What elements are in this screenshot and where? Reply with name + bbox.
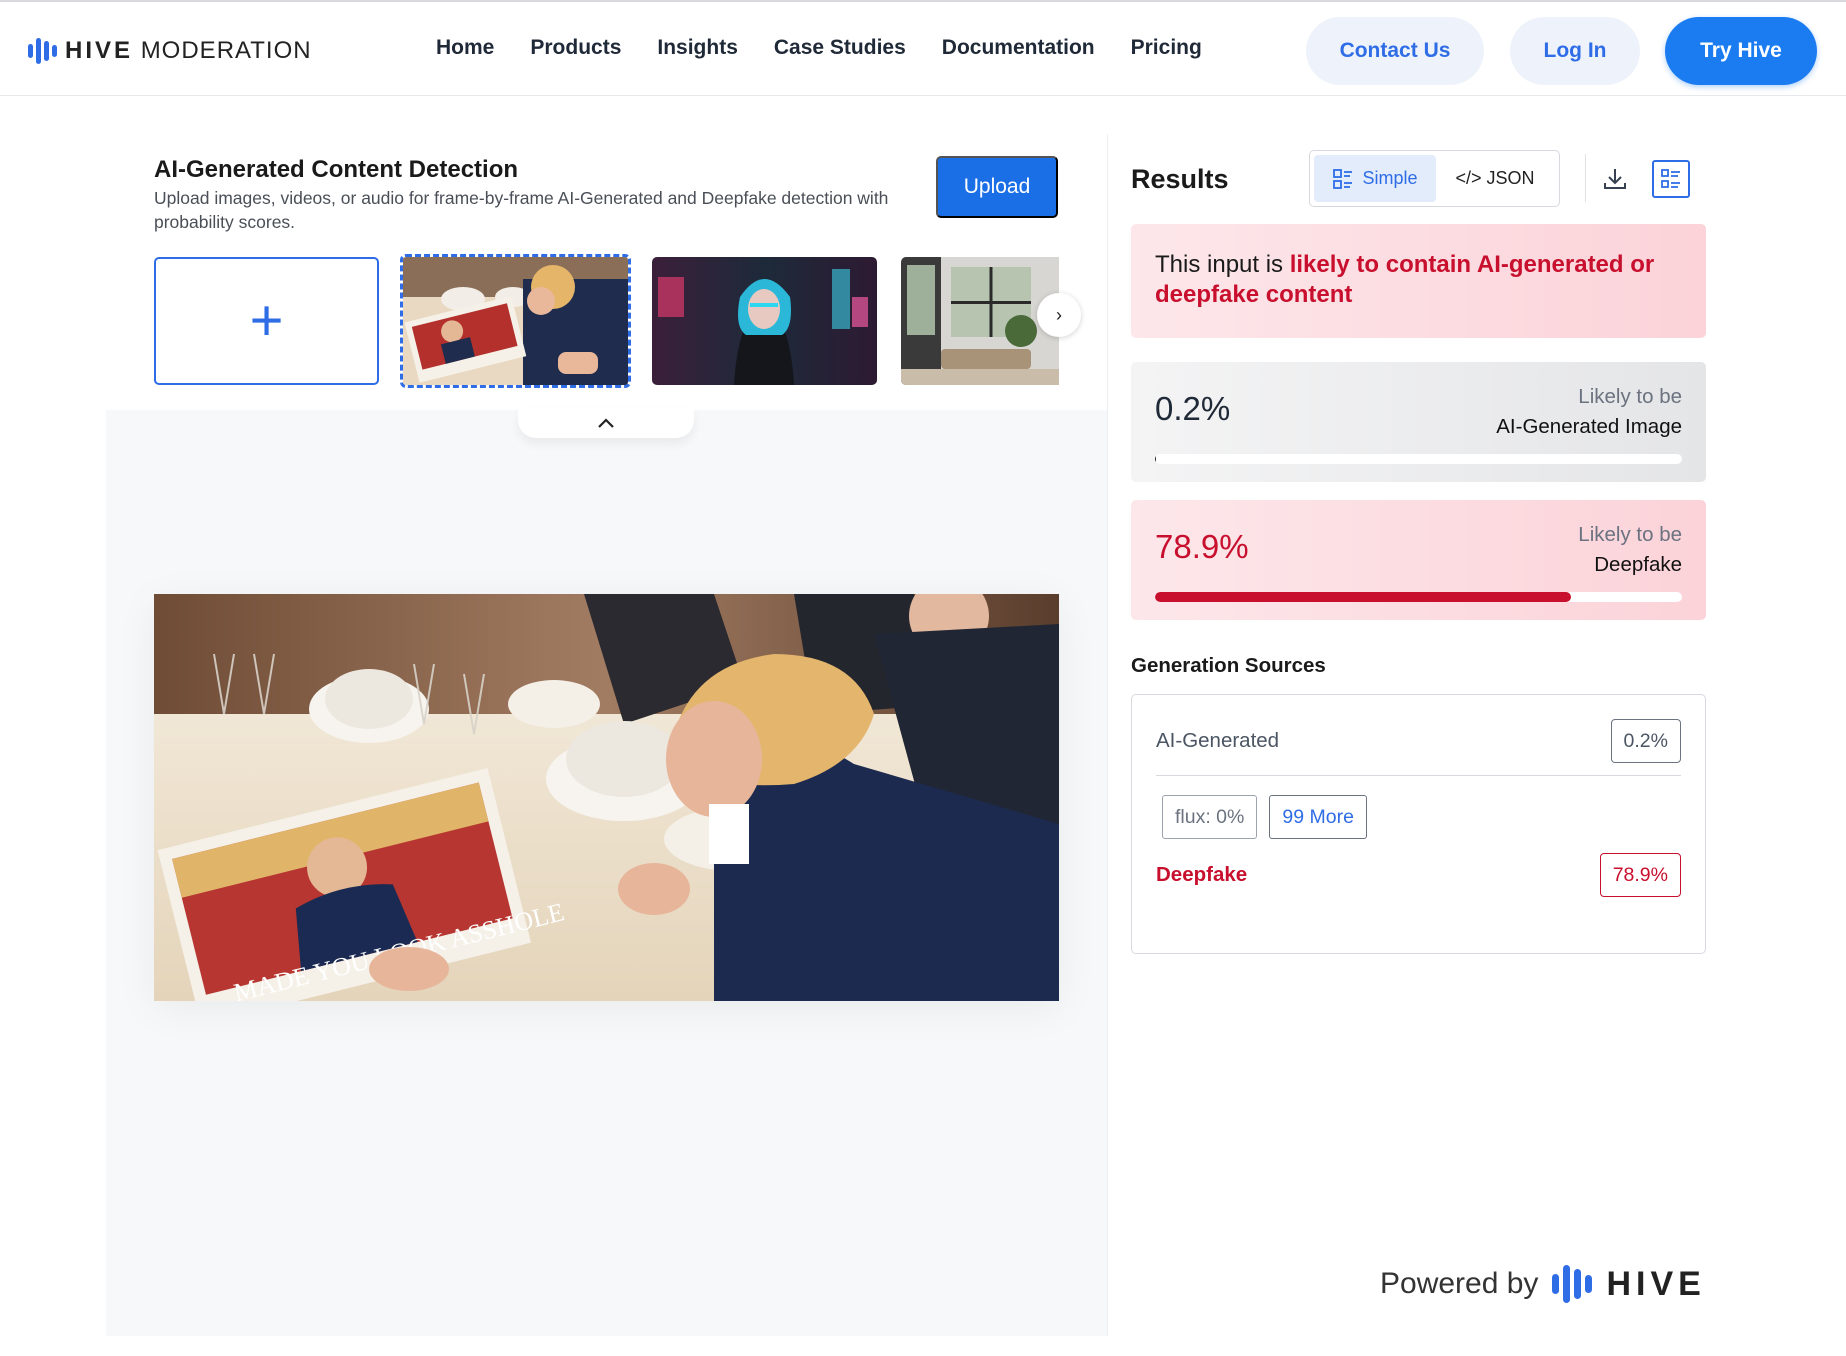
detailed-view-button[interactable] — [1652, 160, 1690, 198]
chevron-up-icon — [598, 418, 614, 428]
logo-brand-bold: HIVE — [65, 37, 134, 64]
verdict-prefix: This input is — [1155, 251, 1290, 278]
ai-generated-source-label: AI-Generated — [1156, 729, 1280, 752]
hive-footer-brand: HIVE — [1606, 1264, 1706, 1303]
dinner-scene-image: MADE YOU LOOK ASSHOLE — [154, 594, 1059, 1001]
dinner-scene-thumbnail — [403, 257, 628, 385]
tool-title: AI-Generated Content Detection — [154, 156, 519, 183]
ai-generated-score-card: 0.2% Likely to be AI-Generated Image — [1131, 362, 1706, 482]
deepfake-percent: 78.9% — [1155, 528, 1249, 565]
toolbar-separator — [1585, 154, 1586, 202]
download-results-button[interactable] — [1596, 160, 1634, 198]
flux-source-chip: flux: 0% — [1162, 795, 1258, 839]
deepfake-label-top: Likely to be — [1578, 523, 1682, 546]
deepfake-source-badge: 78.9% — [1599, 853, 1681, 897]
powered-by-hive[interactable]: Powered by HIVE — [1380, 1264, 1706, 1304]
list-detail-icon — [1661, 169, 1680, 188]
powered-by-text: Powered by — [1380, 1267, 1539, 1300]
nav-link-products[interactable]: Products — [530, 36, 621, 60]
deepfake-progress-fill — [1155, 592, 1571, 602]
ai-generated-source-row: AI-Generated 0.2% — [1156, 719, 1681, 763]
hive-moderation-logo[interactable]: HIVE MODERATION — [28, 37, 312, 65]
ai-generated-percent: 0.2% — [1155, 390, 1231, 427]
download-icon — [1604, 169, 1626, 189]
more-sources-button[interactable]: 99 More — [1269, 795, 1367, 839]
cyberpunk-portrait-thumbnail — [652, 257, 877, 385]
collapse-thumbnails-button[interactable] — [518, 408, 694, 438]
upload-button[interactable]: Upload — [936, 156, 1058, 218]
deepfake-progress-bar — [1155, 592, 1682, 602]
simple-view-icon — [1333, 168, 1353, 189]
chevron-right-icon: › — [1056, 304, 1062, 325]
logo-brand-light: MODERATION — [140, 37, 312, 64]
try-hive-button[interactable]: Try Hive — [1665, 17, 1817, 85]
json-view-tab[interactable]: </> JSON — [1436, 155, 1554, 202]
ai-generated-progress-fill — [1155, 454, 1157, 464]
simple-view-tab[interactable]: Simple — [1314, 155, 1436, 202]
sample-thumbnail-selected[interactable] — [400, 254, 631, 388]
deepfake-label-bottom: Deepfake — [1594, 553, 1682, 576]
deepfake-source-row: Deepfake 78.9% — [1156, 853, 1681, 897]
main-nav-links: Home Products Insights Case Studies Docu… — [436, 36, 1202, 60]
nav-link-case-studies[interactable]: Case Studies — [774, 36, 906, 60]
next-thumbnails-button[interactable]: › — [1037, 293, 1081, 337]
add-media-button[interactable]: + — [154, 257, 379, 385]
ai-generated-label-top: Likely to be — [1578, 385, 1682, 408]
contact-us-button[interactable]: Contact Us — [1306, 17, 1484, 85]
ai-generated-source-badge: 0.2% — [1610, 719, 1681, 763]
sources-divider — [1156, 775, 1681, 776]
nav-link-pricing[interactable]: Pricing — [1131, 36, 1202, 60]
verdict-alert: This input is likely to contain AI-gener… — [1131, 224, 1706, 338]
deepfake-score-card: 78.9% Likely to be Deepfake — [1131, 500, 1706, 620]
panel-divider — [1107, 134, 1108, 1336]
nav-link-home[interactable]: Home — [436, 36, 494, 60]
generation-sources-card: AI-Generated 0.2% flux: 0% 99 More Deepf… — [1131, 694, 1706, 954]
plus-icon: + — [249, 288, 284, 353]
top-nav: HIVE MODERATION Home Products Insights C… — [0, 6, 1846, 96]
nav-link-documentation[interactable]: Documentation — [942, 36, 1095, 60]
nav-link-insights[interactable]: Insights — [657, 36, 738, 60]
hive-logo-icon — [28, 37, 57, 65]
interior-room-thumbnail — [901, 257, 1059, 385]
ai-generated-progress-bar — [1155, 454, 1682, 464]
log-in-button[interactable]: Log In — [1510, 17, 1640, 85]
view-mode-toggle: Simple </> JSON — [1309, 150, 1560, 207]
tool-subtitle: Upload images, videos, or audio for fram… — [154, 188, 889, 232]
selected-image-preview: MADE YOU LOOK ASSHOLE — [154, 594, 1059, 1001]
source-chips: flux: 0% 99 More — [1162, 795, 1367, 839]
hive-footer-logo-icon — [1552, 1264, 1593, 1304]
generation-sources-title: Generation Sources — [1131, 654, 1326, 677]
deepfake-source-label: Deepfake — [1156, 863, 1248, 886]
ai-generated-label-bottom: AI-Generated Image — [1496, 415, 1682, 438]
results-title: Results — [1131, 164, 1229, 194]
sample-thumbnail-cyberpunk[interactable] — [652, 257, 877, 385]
sample-thumbnail-interior[interactable] — [901, 257, 1059, 385]
simple-view-label: Simple — [1362, 168, 1418, 188]
